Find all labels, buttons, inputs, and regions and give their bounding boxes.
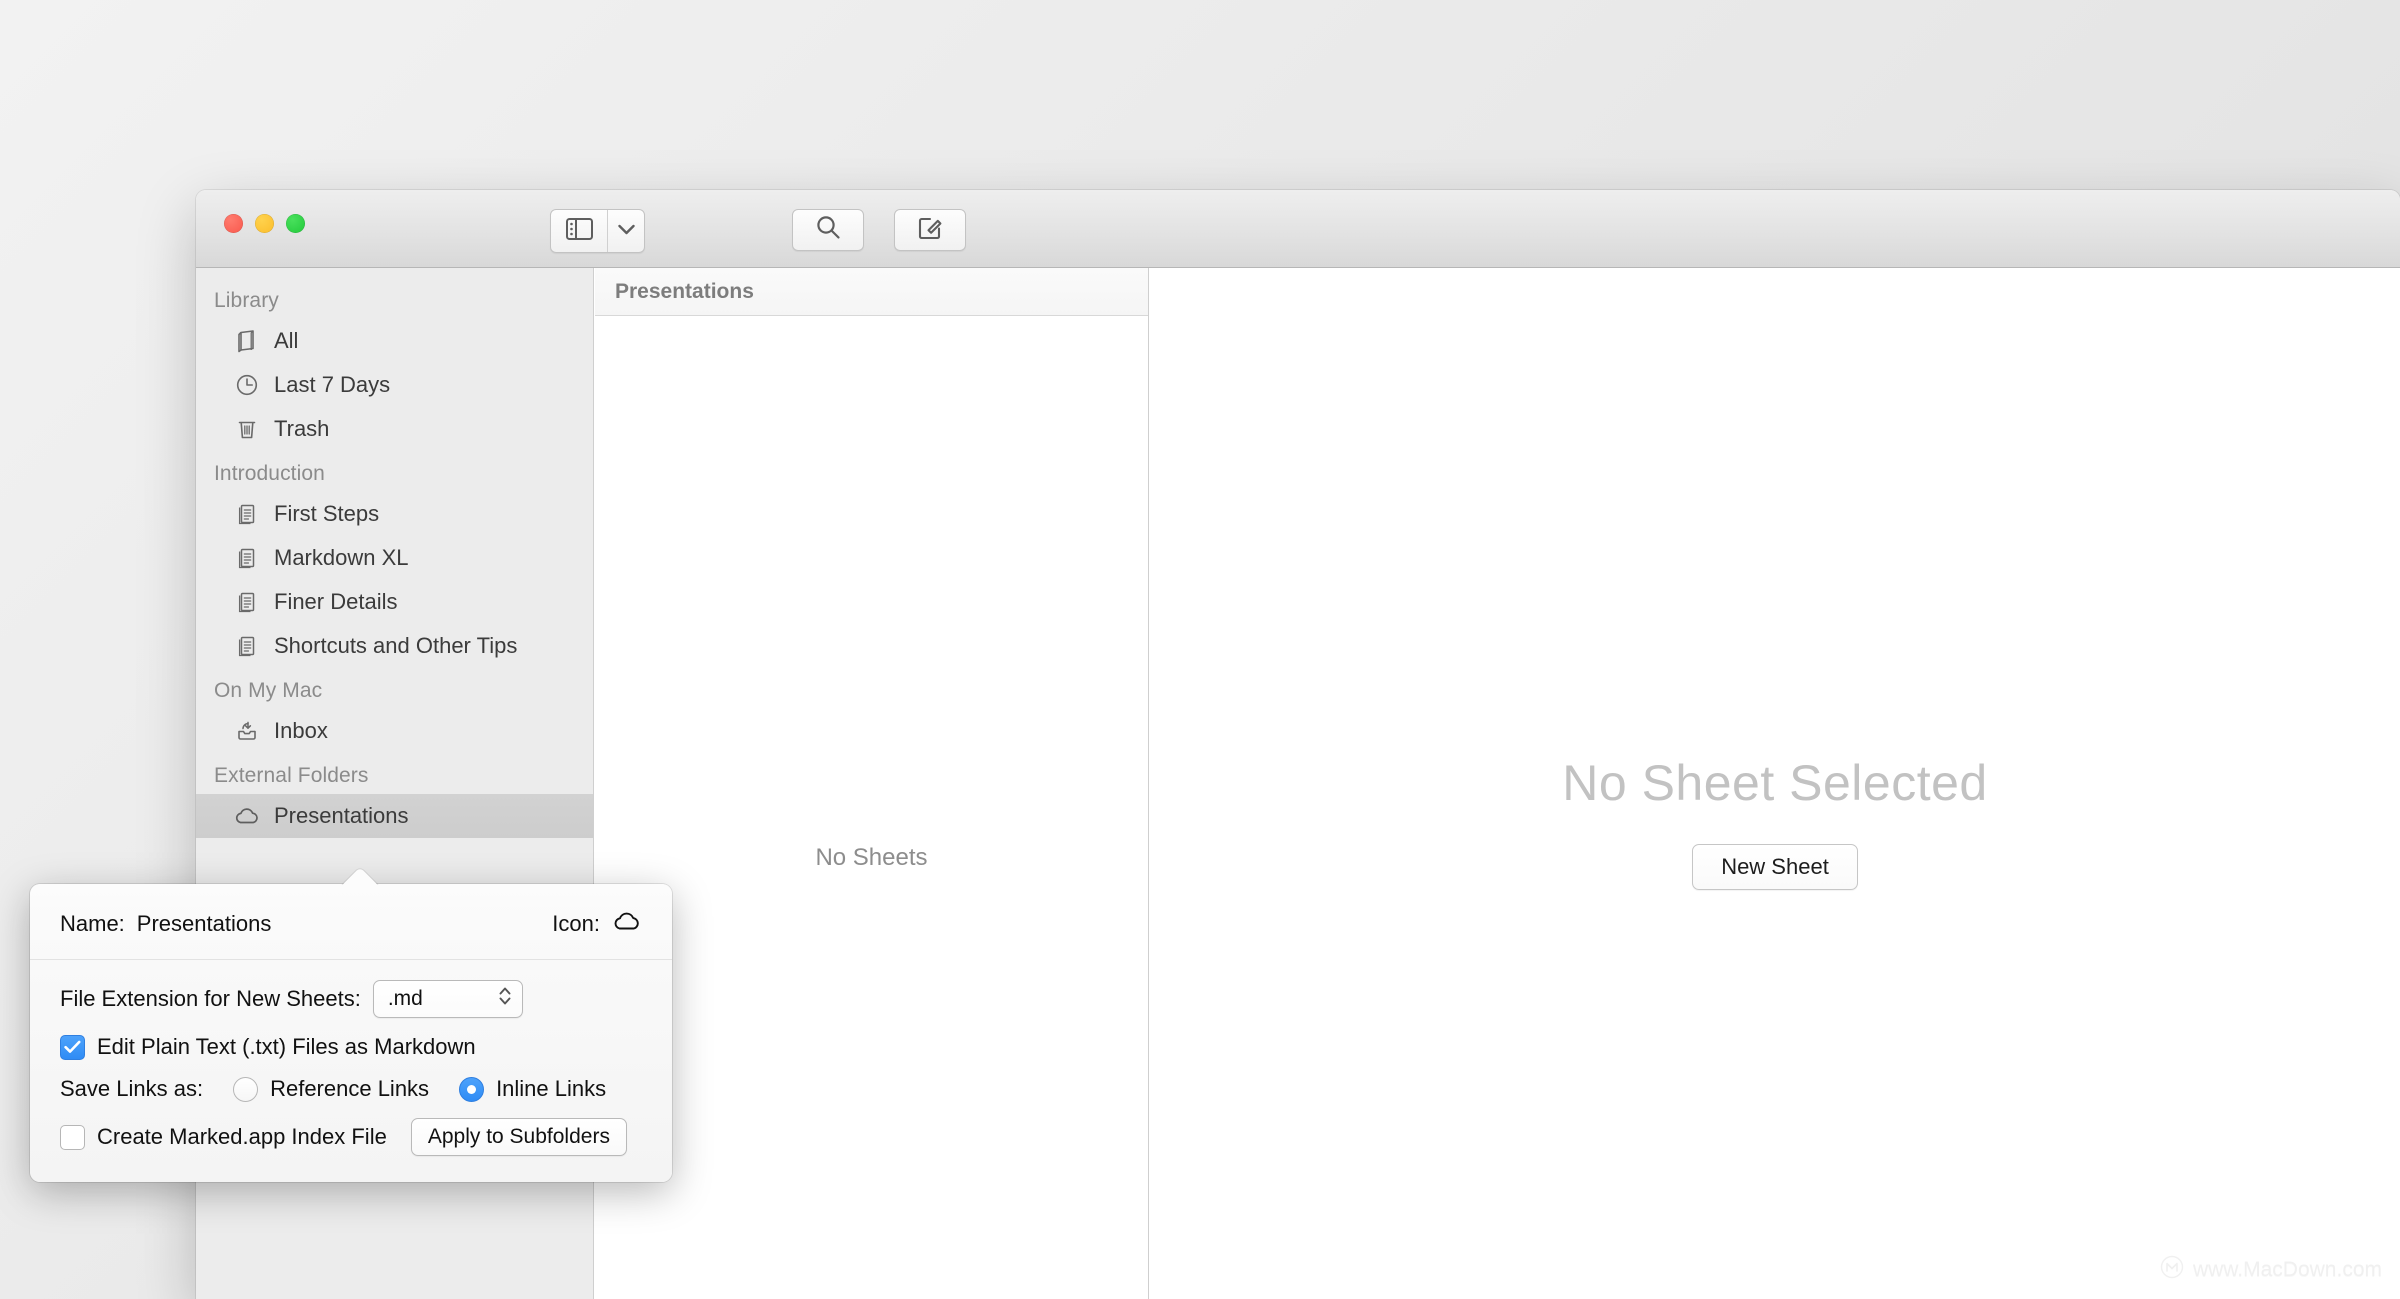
popover-name-value[interactable]: Presentations (137, 911, 272, 937)
document-icon (234, 545, 260, 571)
sidebar-item-markdown-xl[interactable]: Markdown XL (196, 536, 593, 580)
marked-index-row: Create Marked.app Index File Apply to Su… (60, 1118, 642, 1156)
edit-plain-text-checkbox[interactable] (60, 1034, 85, 1060)
file-extension-row: File Extension for New Sheets: .md (60, 980, 642, 1018)
macdown-logo-icon (2160, 1255, 2184, 1285)
watermark-text: www.MacDown.com (2192, 1258, 2382, 1281)
inline-links-label[interactable]: Inline Links (496, 1076, 606, 1102)
sidebar-item-last-7-days[interactable]: Last 7 Days (196, 363, 593, 407)
folder-settings-popover: Name: Presentations Icon: File Extension… (30, 884, 672, 1182)
file-extension-value: .md (387, 987, 423, 1010)
document-icon (234, 501, 260, 527)
popover-name-group: Name: Presentations (60, 911, 271, 937)
maximize-window-button[interactable] (286, 214, 305, 233)
sidebar-item-trash[interactable]: Trash (196, 407, 593, 451)
stepper-arrows-icon (498, 984, 512, 1014)
sidebar-item-label: Finer Details (274, 589, 398, 614)
sidebar-item-label: Inbox (274, 718, 328, 743)
search-button[interactable] (792, 209, 864, 251)
save-links-row: Save Links as: Reference Links Inline Li… (60, 1076, 642, 1102)
compose-icon (917, 214, 944, 246)
sidebar-item-presentations[interactable]: Presentations (196, 794, 593, 838)
sidebar-item-first-steps[interactable]: First Steps (196, 492, 593, 536)
sheet-list-column: Presentations No Sheets (595, 268, 1149, 1299)
popover-name-label: Name: (60, 910, 125, 936)
sidebar-item-label: First Steps (274, 501, 380, 526)
sidebar-icon (565, 217, 593, 245)
cloud-icon[interactable] (612, 910, 642, 937)
sidebar-item-inbox[interactable]: Inbox (196, 709, 593, 753)
close-window-button[interactable] (224, 214, 243, 233)
apply-to-subfolders-button[interactable]: Apply to Subfolders (410, 1118, 627, 1156)
sidebar-item-label: All (274, 328, 299, 353)
sidebar-item-label: Last 7 Days (274, 372, 391, 397)
sidebar-item-label: Markdown XL (274, 545, 409, 570)
sidebar-section-external-folders-header: External Folders (214, 764, 369, 787)
sheet-list-empty-message: No Sheets (815, 843, 928, 871)
book-icon (234, 328, 260, 354)
inline-links-radio[interactable] (459, 1076, 485, 1102)
trash-icon (234, 416, 260, 442)
window-toolbar (196, 190, 2400, 268)
edit-plain-text-label: Edit Plain Text (.txt) Files as Markdown (97, 1034, 476, 1059)
editor-pane: No Sheet Selected New Sheet (1150, 268, 2400, 1299)
document-icon (234, 633, 260, 659)
sheet-list-header: Presentations (595, 268, 1148, 316)
sidebar-item-label: Shortcuts and Other Tips (274, 633, 518, 658)
sidebar-toggle-group (550, 209, 645, 253)
watermark: www.MacDown.com (2160, 1255, 2382, 1285)
popover-icon-group: Icon: (552, 910, 642, 937)
sidebar-section-on-my-mac-header: On My Mac (214, 679, 323, 702)
cloud-icon (234, 803, 260, 829)
sidebar-item-shortcuts-and-other-tips[interactable]: Shortcuts and Other Tips (196, 624, 593, 668)
no-sheet-selected-title: No Sheet Selected (1562, 754, 1988, 811)
reference-links-label[interactable]: Reference Links (270, 1076, 429, 1102)
edit-plain-text-row[interactable]: Edit Plain Text (.txt) Files as Markdown (60, 1034, 642, 1060)
save-links-label: Save Links as: (60, 1076, 204, 1101)
reference-links-radio[interactable] (233, 1076, 259, 1102)
sidebar-item-all[interactable]: All (196, 319, 593, 363)
sidebar-item-label: Trash (274, 416, 330, 441)
desktop-background: Library All Last 7 Days Trash Introducti… (0, 0, 2400, 1299)
chevron-down-icon (617, 222, 635, 240)
popover-header: Name: Presentations Icon: (30, 884, 672, 960)
search-icon (815, 214, 842, 246)
new-sheet-button[interactable]: New Sheet (1692, 843, 1858, 890)
sidebar-section-library-header: Library (214, 289, 279, 312)
sidebar-toggle-button[interactable] (551, 210, 607, 252)
minimize-window-button[interactable] (255, 214, 274, 233)
sidebar-options-dropdown-button[interactable] (607, 210, 644, 252)
inbox-icon (234, 718, 260, 744)
marked-index-label: Create Marked.app Index File (97, 1124, 387, 1149)
file-extension-select[interactable]: .md (372, 980, 523, 1018)
popover-body: File Extension for New Sheets: .md Edit … (30, 960, 672, 1182)
editor-empty-state: No Sheet Selected New Sheet (1150, 754, 2400, 890)
sidebar-section-introduction-header: Introduction (214, 462, 325, 485)
document-icon (234, 589, 260, 615)
traffic-light-controls (224, 214, 305, 233)
sidebar-item-finer-details[interactable]: Finer Details (196, 580, 593, 624)
clock-icon (234, 372, 260, 398)
sidebar-item-label: Presentations (274, 803, 409, 828)
popover-arrow (340, 867, 380, 885)
popover-icon-label: Icon: (552, 910, 600, 936)
new-sheet-toolbar-button[interactable] (894, 209, 966, 251)
marked-index-checkbox[interactable] (60, 1124, 85, 1150)
file-extension-label: File Extension for New Sheets: (60, 986, 361, 1011)
